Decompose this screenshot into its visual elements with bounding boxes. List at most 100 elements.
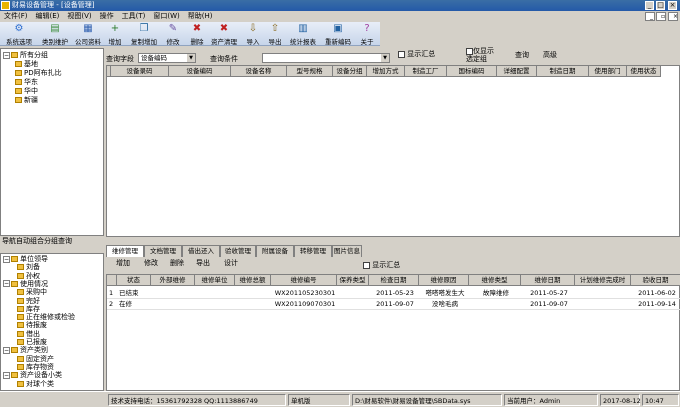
toolbar-label-6: 删除 bbox=[190, 38, 204, 46]
column-header[interactable]: 设备名称 bbox=[231, 66, 287, 77]
detail-toolbar-button-3[interactable]: 导出 bbox=[196, 258, 210, 269]
maximize-button[interactable]: □ bbox=[656, 1, 665, 10]
toolbar-button-10[interactable]: ▥ 统计报表 bbox=[286, 23, 320, 46]
column-header[interactable]: 维修总额 bbox=[235, 275, 271, 286]
toolbar-button-4[interactable]: ❐ 复制增加 bbox=[128, 23, 160, 46]
query-condition-select[interactable]: ▼ bbox=[262, 53, 390, 63]
query-condition-label: 查询条件 bbox=[210, 55, 238, 63]
tree-item-group[interactable]: PD阿布扎比 bbox=[15, 69, 62, 78]
close-button[interactable]: × bbox=[668, 1, 677, 10]
column-header[interactable]: 状态 bbox=[117, 275, 151, 286]
show-summary-checkbox[interactable] bbox=[398, 50, 405, 58]
tab-5[interactable]: 转移管理 bbox=[294, 245, 332, 257]
chevron-down-icon: ▼ bbox=[187, 54, 195, 62]
menu-edit[interactable]: 编辑(E) bbox=[32, 11, 64, 22]
column-header[interactable]: 维修单位 bbox=[195, 275, 235, 286]
table-row[interactable]: 1 已结束 WX201105230301 2011-05-23 嗒嗒嗒发生大 故障维修 20… bbox=[107, 288, 680, 299]
toolbar-button-9[interactable]: ⇧ 导出 bbox=[266, 23, 284, 46]
group-tree[interactable]: − 所有分组 基地 PD阿布扎比 华东 华中 新疆 bbox=[0, 48, 104, 236]
column-header[interactable]: 外部维修 bbox=[151, 275, 195, 286]
column-header[interactable]: 维修日期 bbox=[521, 275, 575, 286]
menu-window[interactable]: 窗口(W) bbox=[149, 11, 183, 22]
collapse-icon[interactable]: − bbox=[3, 51, 10, 59]
detail-toolbar-button-4[interactable]: 设计 bbox=[224, 258, 238, 269]
toolbar-button-6[interactable]: ✖ 删除 bbox=[188, 23, 206, 46]
column-header[interactable]: 型号规格 bbox=[287, 66, 333, 77]
toolbar-button-8[interactable]: ⇩ 导入 bbox=[242, 23, 264, 46]
tab-2[interactable]: 借出还入 bbox=[182, 245, 220, 257]
menu-file[interactable]: 文件(F) bbox=[0, 11, 32, 22]
mdi-close-button[interactable]: × bbox=[668, 12, 678, 21]
nav-group-tree[interactable]: − 单位领导 刘备 孙权 − 使用情况 采购中 完好 库存 正在维修或检验 待报废 借出 已报废 − 资产类… bbox=[0, 253, 104, 391]
toolbar-button-7[interactable]: ✖ 资产清理 bbox=[208, 23, 240, 46]
tab-3[interactable]: 验收管理 bbox=[220, 245, 256, 257]
column-header[interactable]: 制造工厂 bbox=[405, 66, 447, 77]
column-header[interactable]: 维修原因 bbox=[419, 275, 469, 286]
selected-group-checkbox[interactable] bbox=[466, 47, 473, 55]
toolbar-button-0[interactable]: ⚙ 系统选项 bbox=[2, 23, 36, 46]
column-header[interactable]: 制造日期 bbox=[537, 66, 589, 77]
tree-item-group[interactable]: 华中 bbox=[15, 87, 38, 96]
folder-icon bbox=[11, 347, 18, 354]
tree-item-group[interactable]: 基地 bbox=[15, 60, 38, 69]
show-summary-option[interactable]: 显示汇总 bbox=[398, 49, 435, 59]
column-header[interactable]: 维修类型 bbox=[469, 275, 521, 286]
nav-group-item-label: 正在维修或检验 bbox=[26, 313, 75, 322]
folder-icon bbox=[17, 363, 24, 370]
toolbar-button-11[interactable]: ▣ 重新编码 bbox=[322, 23, 354, 46]
collapse-icon[interactable]: − bbox=[3, 255, 10, 263]
column-header[interactable]: 验收日期 bbox=[631, 275, 680, 286]
sub-summary-checkbox[interactable] bbox=[363, 261, 370, 269]
advanced-button[interactable]: 高级 bbox=[543, 50, 557, 60]
table-row[interactable]: 2 在修 WX201109070301 2011-09-07 没啥毛病 2011-09-0… bbox=[107, 299, 680, 310]
tree-item-group[interactable]: 新疆 bbox=[15, 96, 38, 105]
nav-group-item[interactable]: 对球个类 bbox=[17, 380, 54, 389]
query-field-value: 设备编码 bbox=[141, 54, 167, 62]
column-header[interactable]: 国标编码 bbox=[447, 66, 497, 77]
toolbar-button-12[interactable]: ? 关于 bbox=[356, 23, 378, 46]
column-header[interactable]: 详细配置 bbox=[497, 66, 537, 77]
tree-root-label: 所有分组 bbox=[20, 51, 48, 59]
menu-view[interactable]: 视图(V) bbox=[63, 11, 95, 22]
collapse-icon[interactable]: − bbox=[3, 371, 10, 379]
tab-1[interactable]: 文档管理 bbox=[144, 245, 182, 257]
collapse-icon[interactable]: − bbox=[3, 346, 10, 354]
column-header[interactable]: 设备分组 bbox=[333, 66, 367, 77]
column-header[interactable]: 维修编号 bbox=[271, 275, 337, 286]
column-header[interactable]: 设备编码 bbox=[169, 66, 231, 77]
nav-group-label: 资产类别 bbox=[20, 346, 48, 355]
sub-summary-option[interactable]: 显示汇总 bbox=[363, 260, 400, 270]
query-field-select[interactable]: 设备编码 ▼ bbox=[138, 53, 196, 63]
column-header[interactable]: 设备录码 bbox=[111, 66, 169, 77]
toolbar-button-1[interactable]: ▤ 类别维护 bbox=[38, 23, 72, 46]
tab-6[interactable]: 图片信息 bbox=[332, 245, 362, 257]
column-header[interactable]: 保养类型 bbox=[337, 275, 369, 286]
query-button[interactable]: 查询 bbox=[515, 50, 529, 60]
minimize-button[interactable]: _ bbox=[645, 1, 654, 10]
toolbar-button-3[interactable]: + 增加 bbox=[104, 23, 126, 46]
detail-toolbar-button-0[interactable]: 增加 bbox=[116, 258, 130, 269]
toolbar-button-5[interactable]: ✎ 修改 bbox=[162, 23, 184, 46]
column-header[interactable]: 使用状态 bbox=[627, 66, 661, 77]
mdi-restore-button[interactable]: ▫ bbox=[656, 12, 666, 21]
column-header[interactable]: 检查日期 bbox=[369, 275, 419, 286]
mdi-minimize-button[interactable]: _ bbox=[645, 12, 655, 21]
selected-group-option[interactable]: 仅显示 选定组 bbox=[466, 47, 494, 63]
nav-group-item-label: 采购中 bbox=[26, 288, 47, 297]
tab-4[interactable]: 附属设备 bbox=[256, 245, 294, 257]
equipment-grid[interactable]: 设备录码 设备编码 设备名称 型号规格 设备分组 增加方式 制造工厂 国标编码 详细配置 制造日期… bbox=[106, 65, 680, 237]
collapse-icon[interactable]: − bbox=[3, 280, 10, 288]
column-header[interactable]: 增加方式 bbox=[367, 66, 405, 77]
tab-0[interactable]: 维修管理 bbox=[106, 245, 144, 257]
repair-grid[interactable]: 状态 外部维修 维修单位 维修总额 维修编号 保养类型 检查日期 维修原因 维修类型 维修日期 计划… bbox=[106, 274, 680, 391]
menu-operation[interactable]: 操作 bbox=[96, 11, 118, 22]
detail-toolbar-button-2[interactable]: 删除 bbox=[170, 258, 184, 269]
column-header[interactable]: 使用部门 bbox=[589, 66, 627, 77]
tree-root[interactable]: − 所有分组 bbox=[3, 51, 48, 60]
column-header[interactable]: 计划维修完成时 bbox=[575, 275, 631, 286]
toolbar-button-2[interactable]: ▦ 公司资料 bbox=[72, 23, 104, 46]
detail-toolbar-button-1[interactable]: 修改 bbox=[144, 258, 158, 269]
menu-help[interactable]: 帮助(H) bbox=[184, 11, 217, 22]
tree-item-group[interactable]: 华东 bbox=[15, 78, 38, 87]
menu-tools[interactable]: 工具(T) bbox=[118, 11, 150, 22]
